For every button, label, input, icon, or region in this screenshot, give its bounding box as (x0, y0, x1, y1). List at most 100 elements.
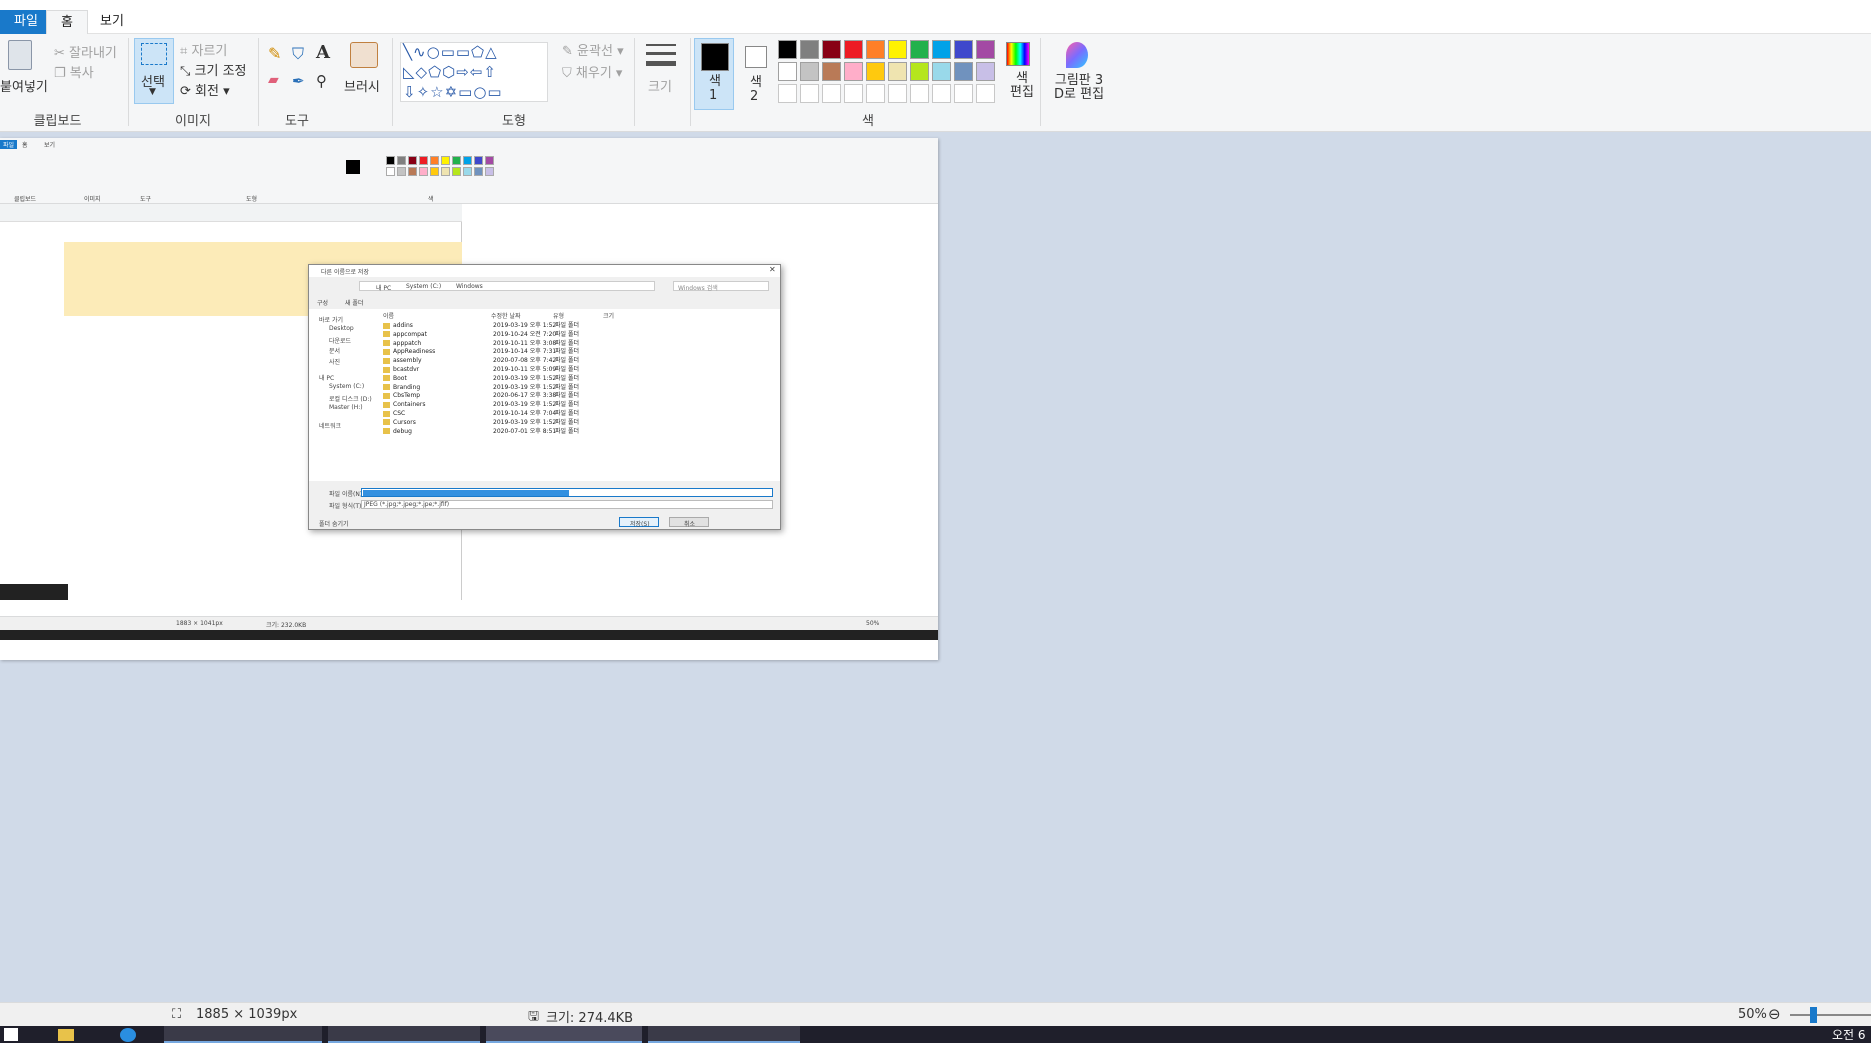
inner-col-name: 이름 (383, 313, 395, 320)
resize-button[interactable]: ⤡ 크기 조정 (180, 60, 247, 79)
palette-swatch[interactable] (778, 62, 797, 81)
palette-swatch[interactable] (976, 40, 995, 59)
palette-swatch[interactable] (822, 40, 841, 59)
palette-swatch[interactable] (932, 84, 951, 103)
color2-button[interactable]: 색 2 (740, 38, 774, 110)
palette-swatch[interactable] (778, 40, 797, 59)
brushes-button[interactable]: 브러시 (344, 38, 384, 104)
inner-palette-swatch (485, 167, 494, 176)
palette-swatch[interactable] (888, 40, 907, 59)
palette-swatch[interactable] (932, 62, 951, 81)
color1-button[interactable]: 색 1 (694, 38, 734, 110)
inner-dialog-close-icon: ✕ (769, 265, 776, 274)
palette-swatch[interactable] (822, 62, 841, 81)
inner-filetype-label: 파일 형식(T): (329, 503, 364, 510)
inner-file-type: 파일 폴더 (555, 322, 579, 329)
canvas-image[interactable]: 파일 홈 보기 클립보드 이미지 도구 도형 색 다른 이름으로 저장 ✕ 내 … (0, 138, 938, 660)
palette-swatch[interactable] (910, 62, 929, 81)
palette-swatch[interactable] (844, 40, 863, 59)
tab-file[interactable]: 파일 (0, 10, 52, 34)
folder-icon (383, 419, 390, 426)
palette-swatch[interactable] (954, 40, 973, 59)
inner-new-folder: 새 폴더 (345, 300, 364, 307)
inner-filename-label: 파일 이름(N): (329, 491, 365, 498)
palette-swatch[interactable] (910, 40, 929, 59)
inner-status-bar: 1883 × 1041px 크기: 232.0KB 50% (0, 616, 938, 630)
selection-icon (141, 43, 167, 65)
palette-swatch[interactable] (910, 84, 929, 103)
palette-swatch[interactable] (844, 62, 863, 81)
palette-swatch[interactable] (822, 84, 841, 103)
palette-swatch[interactable] (866, 62, 885, 81)
zoom-slider[interactable] (1790, 1007, 1871, 1023)
file-explorer-icon[interactable] (58, 1029, 74, 1041)
eraser-icon[interactable]: ▰ (268, 72, 279, 88)
fill-button[interactable]: ⛉ 채우기 ▾ (562, 62, 622, 81)
taskbar-app-1[interactable] (164, 1026, 322, 1043)
inner-file-type: 파일 폴더 (555, 330, 579, 338)
palette-swatch[interactable] (976, 62, 995, 81)
palette-swatch[interactable] (800, 40, 819, 59)
zoom-level: 50% (1738, 1007, 1767, 1022)
tab-home[interactable]: 홈 (46, 10, 88, 34)
taskbar-app-paint[interactable] (486, 1026, 642, 1043)
edit-colors-label: 색 편집 (1010, 71, 1034, 100)
palette-swatch[interactable] (888, 84, 907, 103)
color-palette[interactable] (778, 40, 1003, 106)
inner-tab-file: 파일 (0, 140, 18, 149)
folder-icon (383, 401, 390, 408)
fill-bucket-icon[interactable]: ⛉ (292, 44, 304, 64)
crop-button[interactable]: ⌗ 자르기 (180, 40, 227, 59)
crop-label: 자르기 (191, 44, 228, 59)
clock: 오전 6 (1832, 1028, 1866, 1042)
taskbar: 오전 6 (0, 1026, 1871, 1043)
paste-label: 붙여넣기 (0, 80, 48, 95)
shapes-gallery[interactable]: ╲∿○▭▭⬠△ ◺◇⬠⬡⇨⇦⇧ ⇩✧☆✡▭○▭ (400, 42, 548, 102)
taskbar-app-2[interactable] (328, 1026, 480, 1043)
outline-button[interactable]: ✎ 윤곽선 ▾ (562, 40, 624, 59)
palette-swatch[interactable] (800, 62, 819, 81)
edit-colors-button[interactable]: 색 편집 (1002, 38, 1034, 110)
pencil-icon[interactable]: ✎ (268, 44, 281, 63)
paste-button[interactable]: 붙여넣기 (0, 38, 48, 104)
cut-button[interactable]: ✂ 잘라내기 (54, 42, 117, 61)
text-icon[interactable]: A (316, 42, 330, 63)
ie-icon[interactable] (120, 1028, 136, 1042)
inner-filetype-select: JPEG (*.jpg;*.jpeg;*.jpe;*.jfif) (361, 500, 773, 509)
inner-file-row: debug 2020-07-01 오후 8:51파일 폴더 (383, 427, 579, 437)
copy-button[interactable]: ❐ 복사 (54, 62, 94, 81)
tab-view[interactable]: 보기 (86, 10, 138, 34)
paint3d-button[interactable]: 그림판 3 D로 편집 (1046, 38, 1106, 110)
shapes-icons: ╲∿○▭▭⬠△ (403, 43, 498, 61)
palette-swatch[interactable] (932, 40, 951, 59)
inner-palette-swatch (474, 156, 483, 165)
inner-filetype-value: JPEG (*.jpg;*.jpeg;*.jpe;*.jfif) (364, 501, 450, 508)
zoom-out-button[interactable]: ⊖ (1768, 1005, 1781, 1023)
palette-swatch[interactable] (954, 84, 973, 103)
inner-file-type: 파일 폴더 (555, 383, 579, 391)
inner-color1-swatch (346, 160, 360, 174)
palette-swatch[interactable] (778, 84, 797, 103)
palette-swatch[interactable] (888, 62, 907, 81)
palette-swatch[interactable] (976, 84, 995, 103)
palette-swatch[interactable] (800, 84, 819, 103)
palette-swatch[interactable] (866, 84, 885, 103)
magnifier-icon[interactable]: ⚲ (316, 72, 327, 90)
size-button[interactable]: 크기 (640, 38, 682, 104)
scissors-icon: ✂ (54, 46, 65, 61)
inner-organize: 구성 (317, 300, 329, 307)
image-dimensions: 1885 × 1039px (196, 1007, 298, 1022)
color-picker-icon[interactable]: ✒ (292, 72, 305, 90)
inner-palette-swatch (441, 167, 450, 176)
status-bar: ⛶ 1885 × 1039px 🖫 크기: 274.4KB 50% ⊖ (0, 1002, 1871, 1026)
palette-swatch[interactable] (844, 84, 863, 103)
zoom-slider-thumb[interactable] (1810, 1007, 1817, 1023)
rotate-button[interactable]: ⟳ 회전 ▾ (180, 80, 230, 99)
palette-swatch[interactable] (954, 62, 973, 81)
palette-swatch[interactable] (866, 40, 885, 59)
start-icon[interactable] (4, 1028, 18, 1041)
taskbar-app-4[interactable] (648, 1026, 800, 1043)
select-button[interactable]: 선택 ▼ (134, 38, 174, 104)
inner-file-type: 파일 폴더 (555, 410, 579, 417)
inner-palette-swatch (430, 167, 439, 176)
